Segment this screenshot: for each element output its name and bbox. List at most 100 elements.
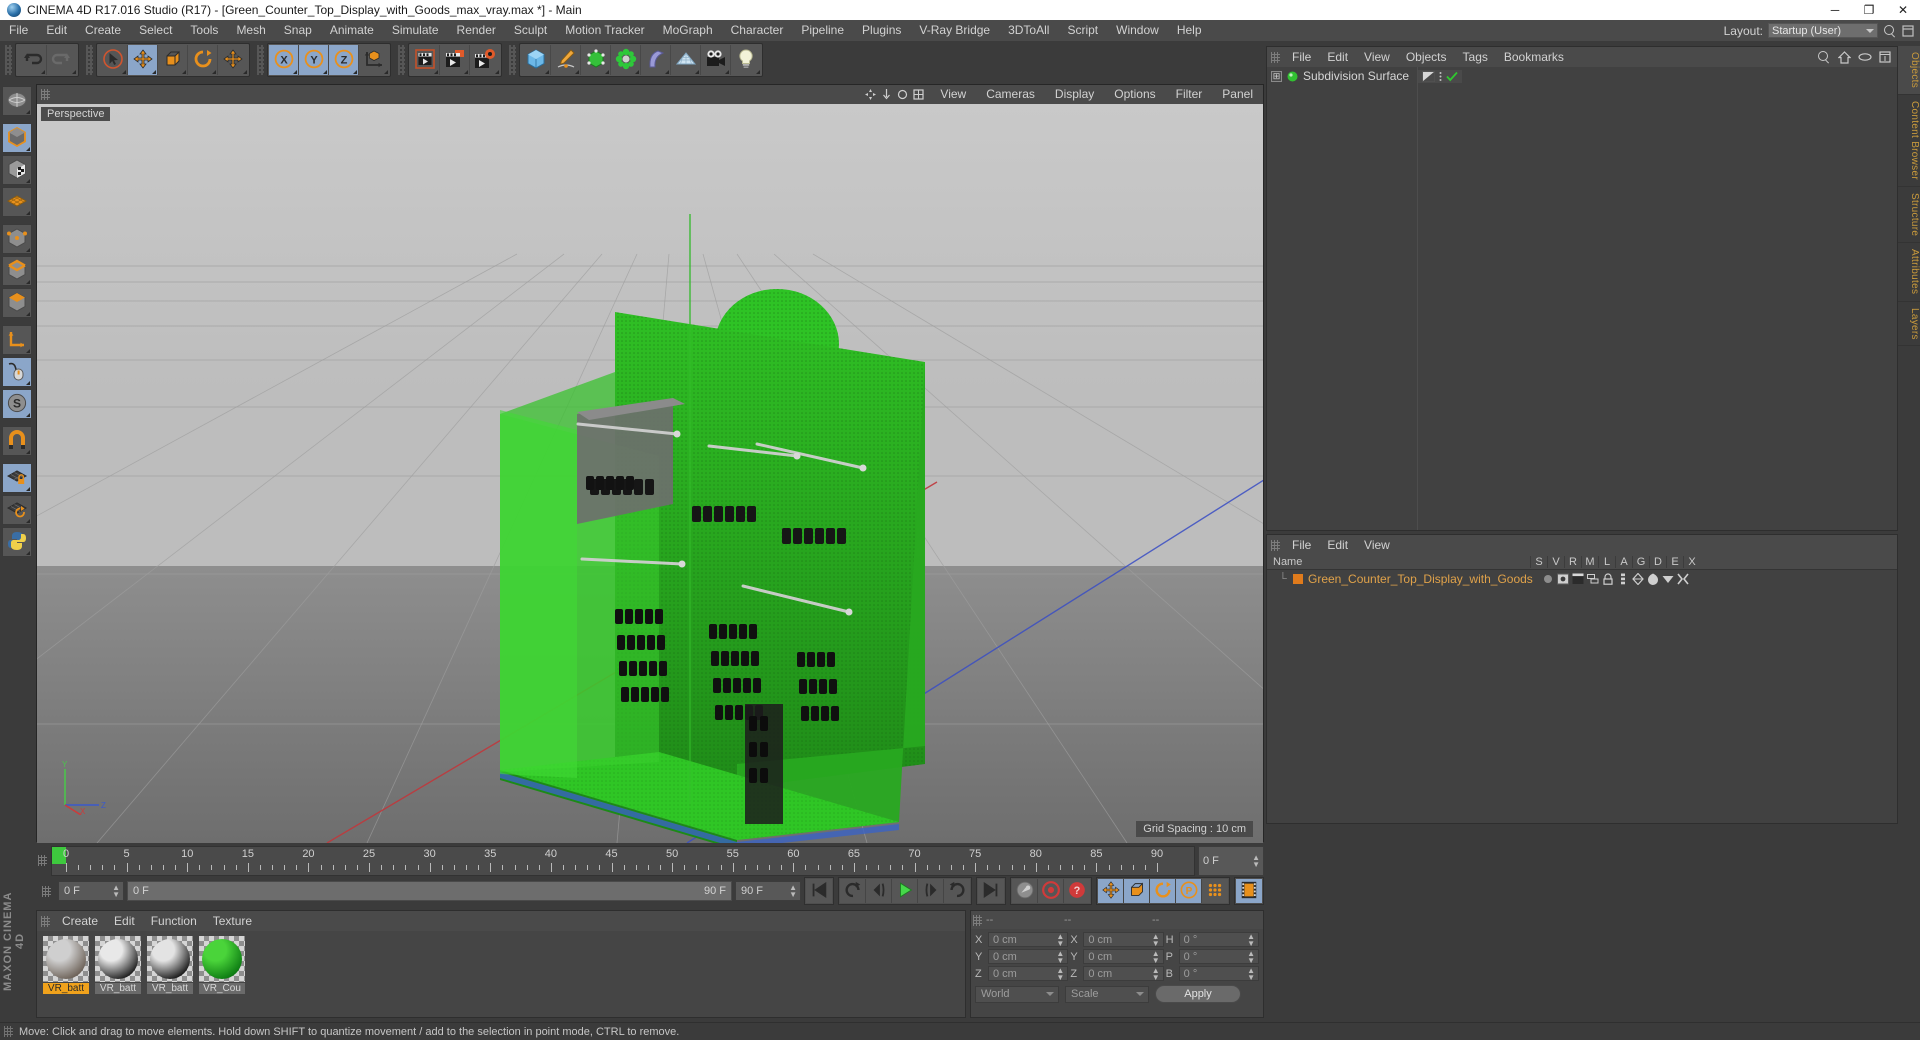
material-swatch-list[interactable]: VR_batt VR_batt VR_batt VR_Cou (37, 931, 965, 1017)
workplane-mode-button[interactable] (2, 187, 32, 217)
step-back-button[interactable] (866, 879, 892, 903)
enable-axis-modification-button[interactable] (2, 357, 32, 387)
y-axis-button[interactable]: Y (299, 45, 329, 75)
camera-button[interactable] (701, 45, 731, 75)
object-list-body[interactable]: └ Green_Counter_Top_Display_with_Goods (1267, 570, 1897, 823)
material-manager-menu-function[interactable]: Function (143, 911, 205, 931)
vertical-tab-structure[interactable]: Structure (1898, 187, 1920, 244)
previous-key-button[interactable] (840, 879, 866, 903)
object-list-menu-edit[interactable]: Edit (1319, 535, 1356, 555)
toolbar-grip-icon[interactable] (509, 45, 516, 75)
points-mode-button[interactable] (2, 224, 32, 254)
render-settings-button[interactable] (470, 45, 500, 75)
menu-file[interactable]: File (0, 20, 37, 41)
menu-animate[interactable]: Animate (321, 20, 383, 41)
lock-icon[interactable] (1602, 572, 1614, 585)
object-tags[interactable] (1418, 69, 1463, 83)
planar-workplane-button[interactable] (2, 495, 32, 525)
z-axis-button[interactable]: Z (329, 45, 359, 75)
spinner-icon[interactable]: ▲ ▼ (112, 884, 120, 899)
spinner-icon[interactable]: ▲ ▼ (1152, 949, 1160, 964)
menu-window[interactable]: Window (1107, 20, 1168, 41)
menu-mesh[interactable]: Mesh (227, 20, 274, 41)
display-tag-icon[interactable] (1422, 70, 1436, 82)
expand-toggle[interactable]: ⊞ (1271, 70, 1282, 82)
viewport-menu-options[interactable]: Options (1104, 85, 1165, 104)
menu-edit[interactable]: Edit (37, 20, 76, 41)
anim-end-field[interactable]: 90 F ▲ ▼ (735, 881, 801, 901)
size-x-input[interactable]: 0 cm ▲ ▼ (1083, 932, 1164, 947)
panel-grip-icon[interactable] (41, 915, 50, 927)
select-cursor-button[interactable] (98, 45, 128, 75)
object-tag-icons[interactable] (1542, 572, 1689, 585)
object-manager-menu-edit[interactable]: Edit (1319, 47, 1356, 67)
python-script-button[interactable] (2, 527, 32, 557)
vertical-tab-attributes[interactable]: Attributes (1898, 243, 1920, 302)
toolbar-grip-icon[interactable] (398, 45, 405, 75)
material-swatch[interactable]: VR_batt (43, 936, 89, 1017)
material-manager-menu-edit[interactable]: Edit (106, 911, 143, 931)
generator-nurbs-button[interactable] (581, 45, 611, 75)
layout-select[interactable]: Startup (User) (1768, 23, 1878, 38)
polygons-mode-button[interactable] (2, 288, 32, 318)
menu-v-ray-bridge[interactable]: V-Ray Bridge (910, 20, 999, 41)
x-axis-button[interactable]: X (269, 45, 299, 75)
transform-mode-select[interactable]: Scale (1065, 985, 1149, 1003)
object-list-menu-view[interactable]: View (1356, 535, 1398, 555)
viewport-menu-cameras[interactable]: Cameras (976, 85, 1045, 104)
object-list-menu-file[interactable]: File (1284, 535, 1319, 555)
autokeying-button[interactable]: ? (1064, 879, 1090, 903)
record-autokey-button[interactable] (1012, 879, 1038, 903)
go-to-end-button[interactable] (978, 879, 1004, 903)
object-axis-mode-button[interactable] (2, 325, 32, 355)
xpresso-icon[interactable] (1677, 573, 1689, 585)
rot-h-input[interactable]: 0 ° ▲ ▼ (1178, 932, 1259, 947)
menu-character[interactable]: Character (722, 20, 793, 41)
spinner-icon[interactable]: ▲ ▼ (1247, 966, 1255, 981)
toolbar-grip-icon[interactable] (257, 45, 264, 75)
deformer-bend-button[interactable] (641, 45, 671, 75)
visibility-icon[interactable] (1556, 573, 1569, 585)
undo-button[interactable] (17, 45, 47, 75)
panel-grip-icon[interactable] (42, 885, 51, 897)
spinner-icon[interactable]: ▲ ▼ (1056, 932, 1064, 947)
object-manager-menu-bookmarks[interactable]: Bookmarks (1496, 47, 1572, 67)
live-selection-button[interactable] (2, 86, 32, 116)
spinner-icon[interactable]: ▲ ▼ (1247, 949, 1255, 964)
spinner-icon[interactable]: ▲ ▼ (1056, 966, 1064, 981)
column-header-d[interactable]: D (1649, 556, 1666, 568)
panel-grip-icon[interactable] (1271, 539, 1280, 551)
spinner-icon[interactable]: ▲ ▼ (1152, 966, 1160, 981)
render-icon[interactable] (1572, 573, 1584, 585)
deformer-icon[interactable] (1647, 573, 1659, 585)
object-row-subdivision-surface[interactable]: ⊞ Subdivision Surface (1267, 67, 1897, 85)
apply-button[interactable]: Apply (1155, 985, 1241, 1003)
viewport-menu-filter[interactable]: Filter (1166, 85, 1213, 104)
menu-snap[interactable]: Snap (275, 20, 321, 41)
check-icon[interactable] (1446, 71, 1458, 82)
home-icon[interactable] (1838, 50, 1851, 64)
spinner-icon[interactable]: ▲ ▼ (789, 884, 797, 899)
spinner-icon[interactable]: ▲ ▼ (1252, 854, 1260, 869)
key-position-button[interactable] (1098, 879, 1124, 903)
preview-range-bar[interactable]: 0 F 90 F (127, 881, 732, 901)
timeline-ruler[interactable]: 0 5 10 15 20 25 30 35 40 45 50 55 60 65 70 75 80 85 90 (51, 846, 1195, 876)
material-swatch[interactable]: VR_Cou (199, 936, 245, 1017)
render-view-button[interactable] (410, 45, 440, 75)
column-header-v[interactable]: V (1547, 556, 1564, 568)
render-to-picture-viewer-button[interactable] (440, 45, 470, 75)
close-button[interactable]: ✕ (1886, 0, 1920, 20)
pos-x-input[interactable]: 0 cm ▲ ▼ (988, 932, 1069, 947)
size-y-input[interactable]: 0 cm ▲ ▼ (1083, 949, 1164, 964)
vertical-tab-objects[interactable]: Objects (1898, 46, 1920, 96)
magnet-button[interactable] (2, 426, 32, 456)
column-header-e[interactable]: E (1666, 556, 1683, 568)
layer-icon[interactable] (1586, 573, 1599, 585)
panel-grip-icon[interactable] (41, 89, 50, 100)
scale-view-icon[interactable] (881, 89, 892, 100)
next-key-button[interactable] (944, 879, 970, 903)
search-icon[interactable] (1883, 24, 1897, 38)
toolbar-grip-icon[interactable] (5, 45, 12, 75)
vertical-tab-layers[interactable]: Layers (1898, 301, 1920, 347)
spinner-icon[interactable]: ▲ ▼ (1056, 949, 1064, 964)
